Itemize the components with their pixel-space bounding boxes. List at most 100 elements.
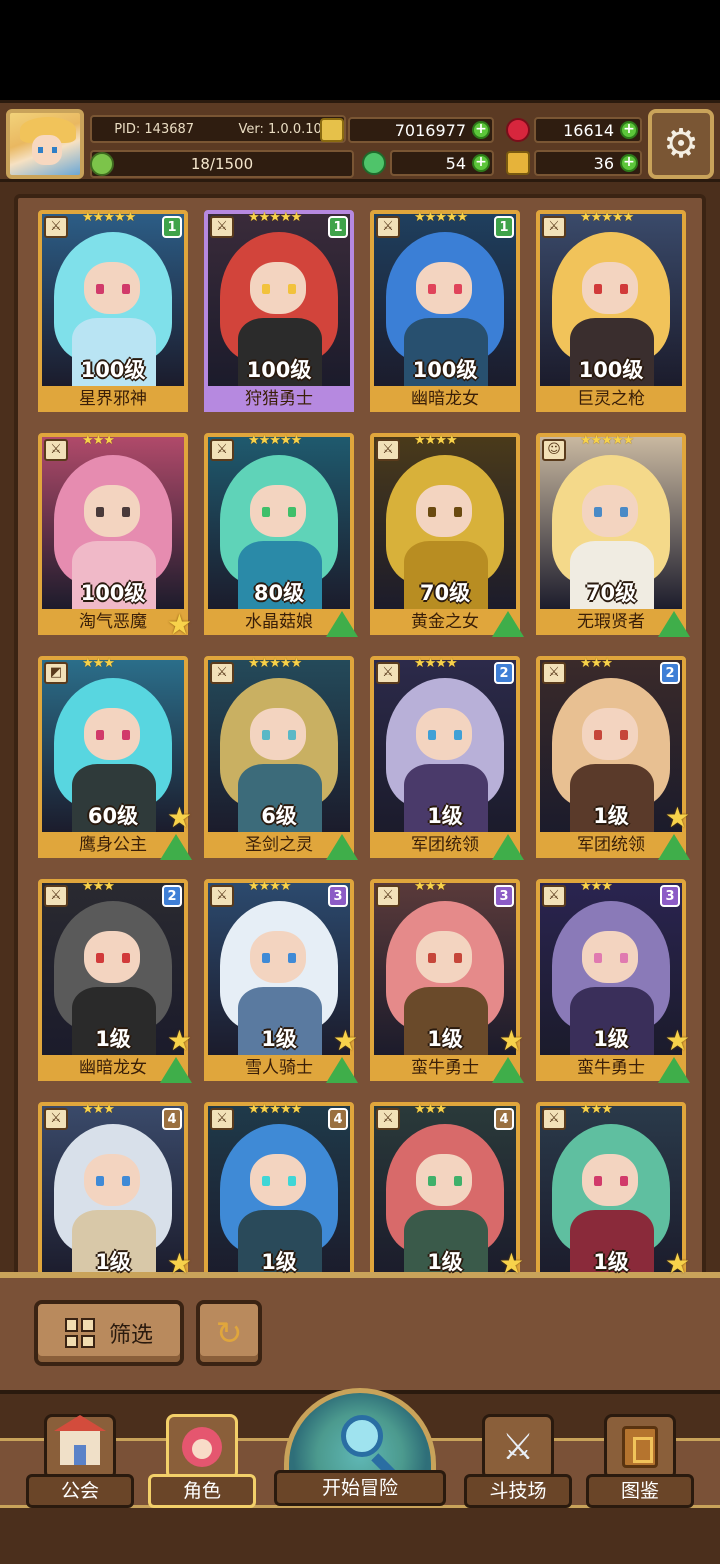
hero-level: 100级 — [80, 358, 146, 382]
codex-book-icon — [622, 1426, 658, 1468]
refresh-button[interactable]: ↻ — [196, 1300, 262, 1366]
nav-arena[interactable]: ⚔ 斗技场 — [464, 1414, 572, 1534]
hero-card[interactable]: ⚔ ★★★ 4 1级 ★ — [370, 1102, 524, 1280]
version-text: Ver: 1.0.0.10 — [238, 121, 322, 137]
hero-name: 淘气恶魔 — [38, 609, 188, 635]
nav-codex-label: 图鉴 — [586, 1474, 694, 1508]
sword-icon: ⚔ — [376, 885, 400, 907]
hero-card[interactable]: ⚔ ★★★★ 2 1级 军团统领 — [370, 656, 524, 860]
settings-button[interactable]: ⚙ — [648, 109, 714, 179]
level-up-arrow-icon — [326, 1057, 358, 1083]
start-adventure-button[interactable]: 开始冒险 — [274, 1388, 446, 1528]
hero-level: 1级 — [593, 1250, 629, 1274]
hero-team-badge: 2 — [162, 885, 182, 907]
bow-icon: ◩ — [44, 662, 68, 684]
hero-card[interactable]: ⚔ ★★★★★ 6级 圣剑之灵 — [204, 656, 358, 860]
hero-card[interactable]: ⚔ ★★★ 2 1级 军团统领 ★ — [536, 656, 690, 860]
hero-level: 1级 — [593, 1027, 629, 1051]
hero-name: 幽暗龙女 — [370, 386, 520, 412]
hero-card[interactable]: ⚔ ★★★ 4 1级 ★ — [38, 1102, 192, 1280]
status-bar-area — [0, 0, 720, 100]
sword-icon: ⚔ — [542, 1108, 566, 1130]
hero-team-badge: 4 — [328, 1108, 348, 1130]
start-adventure-label: 开始冒险 — [274, 1470, 446, 1506]
filter-button[interactable]: 筛选 — [34, 1300, 184, 1366]
star-up-icon: ★ — [498, 1247, 524, 1280]
sword-icon: ⚔ — [376, 439, 400, 461]
hero-card[interactable]: ⚔ ★★★★★ 80级 水晶菇娘 — [204, 433, 358, 637]
hero-name: 星界邪神 — [38, 386, 188, 412]
gear-icon: ⚙ — [663, 121, 699, 167]
hero-grid: ⚔ ★★★★★ 1 100级 星界邪神 ⚔ ★★★★★ 1 100级 狩猎勇士 ⚔ ★★★★★ 1 100… — [38, 210, 698, 1280]
ruby-plus-button[interactable]: + — [620, 121, 638, 139]
crossed-swords-icon: ⚔ — [501, 1426, 535, 1468]
hero-card[interactable]: ⚔ ★★★★★ 1 100级 幽暗龙女 — [370, 210, 520, 412]
hero-team-badge: 1 — [328, 216, 348, 238]
player-info: PID: 143687 Ver: 1.0.0.10 — [90, 115, 346, 143]
hero-stars: ★★★★★ — [580, 210, 634, 225]
hero-level: 1级 — [95, 1027, 131, 1051]
hero-card[interactable]: ⚔ ★★★★★ 1 100级 星界邪神 — [38, 210, 188, 412]
hero-level: 100级 — [246, 358, 312, 382]
hero-list-frame: ⚔ ★★★★★ 1 100级 星界邪神 ⚔ ★★★★★ 1 100级 狩猎勇士 ⚔ ★★★★★ 1 100… — [14, 194, 706, 1284]
ruby-amount: 16614 — [563, 120, 614, 140]
clover-plus-button[interactable]: + — [472, 154, 490, 172]
hero-stars: ★★★★★ — [248, 433, 302, 448]
hero-stars: ★★★★★ — [414, 210, 468, 225]
star-up-icon: ★ — [664, 1247, 690, 1280]
hero-card[interactable]: ◩ ★★★ 60级 鹰身公主 ★ — [38, 656, 192, 860]
level-up-arrow-icon — [492, 834, 524, 860]
hero-card[interactable]: ⚔ ★★★★ 70级 黄金之女 — [370, 433, 524, 637]
hero-stars: ★★★★★ — [248, 1102, 302, 1117]
clover-resource: 54 + — [362, 150, 494, 176]
sword-icon: ⚔ — [44, 439, 68, 461]
nav-character-label: 角色 — [148, 1474, 256, 1508]
hero-card[interactable]: ☺ ★★★★★ 70级 无瑕贤者 — [536, 433, 690, 637]
key-plus-button[interactable]: + — [620, 154, 638, 172]
hero-name: 狩猎勇士 — [204, 386, 354, 412]
hero-stars: ★★★★★ — [248, 210, 302, 225]
sword-icon: ⚔ — [542, 662, 566, 684]
hero-card[interactable]: ⚔ ★★★ 1级 ★ — [536, 1102, 690, 1280]
hero-card[interactable]: ⚔ ★★★★ 3 1级 雪人骑士 ★ — [204, 879, 358, 1083]
nav-codex[interactable]: 图鉴 — [586, 1414, 694, 1534]
hero-card[interactable]: ⚔ ★★★★★ 100级 巨灵之枪 — [536, 210, 686, 412]
hero-stars: ★★★ — [82, 433, 115, 448]
refresh-icon: ↻ — [215, 1314, 243, 1352]
hero-team-badge: 3 — [328, 885, 348, 907]
gold-plus-button[interactable]: + — [472, 121, 490, 139]
star-up-icon: ★ — [332, 1024, 358, 1057]
sword-icon: ⚔ — [542, 885, 566, 907]
sword-icon: ⚔ — [44, 216, 68, 238]
exp-text: 18/1500 — [190, 155, 254, 173]
star-up-icon: ★ — [664, 801, 690, 834]
star-up-icon: ★ — [166, 1024, 192, 1057]
nav-character[interactable]: 角色 — [148, 1414, 256, 1534]
star-up-icon: ★ — [166, 608, 192, 641]
hero-level: 1级 — [261, 1027, 297, 1051]
level-up-arrow-icon — [160, 1057, 192, 1083]
hero-level: 1级 — [427, 804, 463, 828]
hero-level: 100级 — [578, 358, 644, 382]
hero-card[interactable]: ⚔ ★★★ 100级 淘气恶魔 ★ — [38, 433, 192, 639]
hero-team-badge: 1 — [494, 216, 514, 238]
hero-card[interactable]: ⚔ ★★★★★ 4 1级 — [204, 1102, 354, 1280]
hero-level: 70级 — [419, 581, 471, 605]
hero-level: 1级 — [593, 804, 629, 828]
hero-card[interactable]: ⚔ ★★★ 2 1级 幽暗龙女 ★ — [38, 879, 192, 1083]
hero-stars: ★★★★★ — [248, 656, 302, 671]
pid-text: PID: 143687 — [114, 121, 195, 137]
hero-card[interactable]: ⚔ ★★★ 3 1级 蛮牛勇士 ★ — [370, 879, 524, 1083]
hero-stars: ★★★ — [414, 1102, 447, 1117]
gold-resource: 7016977 + — [320, 117, 494, 143]
hero-stars: ★★★★ — [414, 433, 458, 448]
hero-card[interactable]: ⚔ ★★★★★ 1 100级 狩猎勇士 — [204, 210, 354, 412]
nav-guild[interactable]: 公会 — [26, 1414, 134, 1534]
player-avatar[interactable] — [6, 109, 84, 179]
hero-stars: ★★★ — [580, 1102, 613, 1117]
exp-bar: 18/1500 — [90, 150, 354, 178]
sword-icon: ⚔ — [376, 662, 400, 684]
ruby-resource: 16614 + — [506, 117, 642, 143]
sword-icon: ⚔ — [210, 1108, 234, 1130]
hero-card[interactable]: ⚔ ★★★ 3 1级 蛮牛勇士 ★ — [536, 879, 690, 1083]
